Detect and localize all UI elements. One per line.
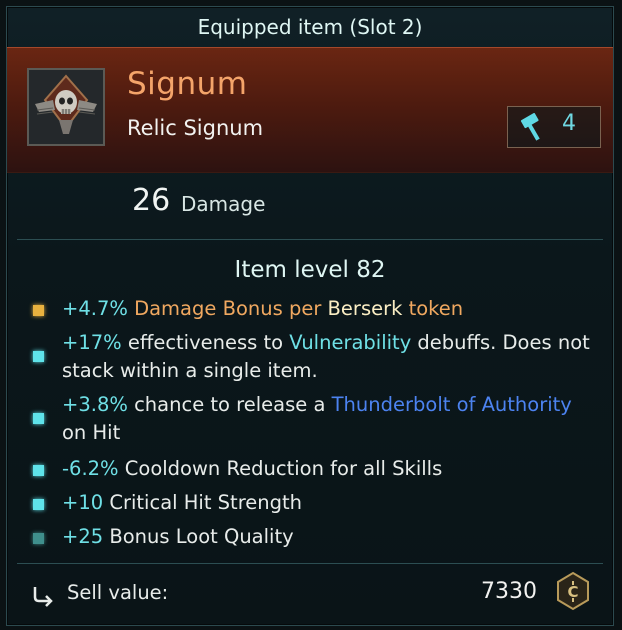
- tooltip-title: Equipped item (Slot 2): [197, 15, 423, 39]
- affix-segment: token: [402, 297, 464, 320]
- affix-segment: Critical Hit Strength: [103, 491, 303, 514]
- affix-segment: Thunderbolt of Authority: [331, 393, 572, 416]
- affix-bullet-icon: [33, 465, 44, 476]
- affix-bullet-icon: [33, 499, 44, 510]
- affix-bullet-icon: [33, 533, 44, 544]
- affix-segment: Cooldown Reduction for all Skills: [118, 457, 443, 480]
- sell-arrow-icon: [33, 587, 53, 607]
- affix-bullet-icon: [33, 305, 44, 316]
- affix-text: +17% effectiveness to Vulnerability debu…: [62, 329, 602, 385]
- hammer-icon: [520, 113, 540, 141]
- affix-segment: Bonus Loot Quality: [103, 525, 294, 548]
- damage-label: Damage: [181, 192, 266, 216]
- divider: [17, 239, 603, 240]
- affix-segment: chance to release a: [127, 393, 332, 416]
- affix-text: -6.2% Cooldown Reduction for all Skills: [62, 455, 602, 483]
- sell-value-row: Sell value: 7330 C: [7, 571, 613, 611]
- affix-segment: on Hit: [62, 421, 121, 444]
- affix-segment: +25: [62, 525, 104, 548]
- affix-segment: +17%: [62, 331, 122, 354]
- affix-segment: effectiveness to: [121, 331, 290, 354]
- sell-amount: 7330: [481, 579, 537, 604]
- item-level: Item level 82: [234, 257, 386, 283]
- affix-segment: +10: [62, 491, 104, 514]
- item-name: Signum: [127, 66, 248, 102]
- affix-segment: +3.8%: [62, 393, 128, 416]
- affix-bullet-icon: [33, 413, 44, 424]
- power-level-badge: 4: [507, 106, 601, 148]
- affix-text: +25 Bonus Loot Quality: [62, 523, 602, 551]
- power-level-value: 4: [562, 111, 576, 136]
- currency-icon: C: [557, 571, 589, 611]
- sell-label: Sell value:: [67, 581, 169, 604]
- divider: [17, 563, 603, 564]
- affix-segment: +4.7%: [62, 297, 128, 320]
- affix-text: +3.8% chance to release a Thunderbolt of…: [62, 391, 602, 447]
- item-header: Signum Relic Signum 4: [7, 47, 613, 173]
- affix-segment: Vulnerability: [289, 331, 412, 354]
- affix-segment: Berserk: [327, 297, 403, 320]
- skull-winged-signum-icon: [27, 68, 105, 146]
- damage-stat: 26 Damage: [7, 183, 613, 227]
- damage-value: 26: [132, 183, 171, 218]
- affix-text: +10 Critical Hit Strength: [62, 489, 602, 517]
- affix-segment: Damage Bonus per: [127, 297, 328, 320]
- affix-segment: -6.2%: [62, 457, 119, 480]
- item-tooltip: Equipped item (Slot 2) Signum Relic Sign…: [6, 6, 614, 626]
- affix-text: +4.7% Damage Bonus per Berserk token: [62, 295, 602, 323]
- item-type: Relic Signum: [127, 116, 264, 140]
- affix-bullet-icon: [33, 351, 44, 362]
